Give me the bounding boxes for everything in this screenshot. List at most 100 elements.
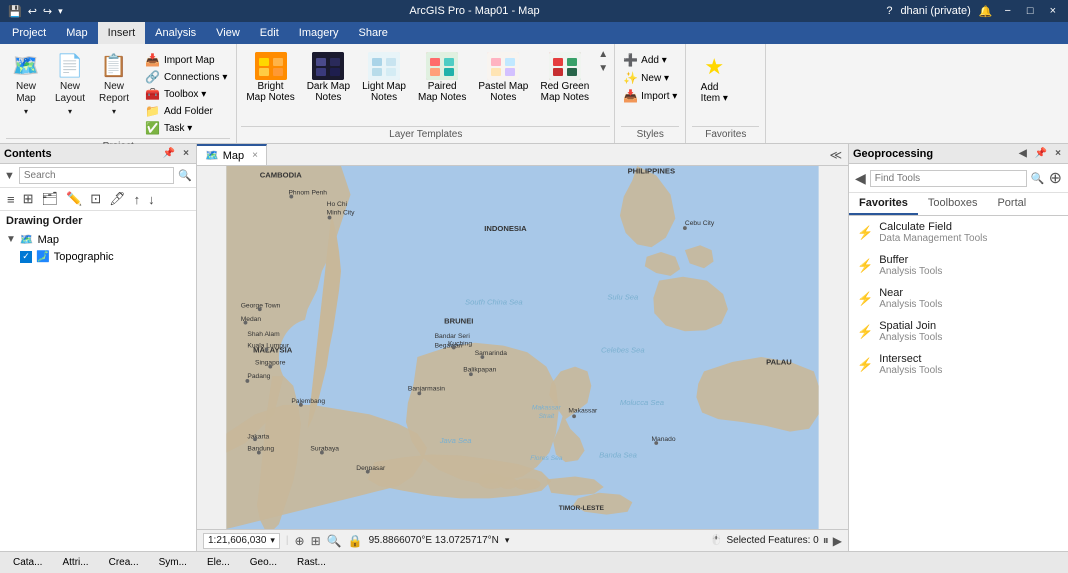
help-button[interactable]: ?	[886, 5, 892, 17]
svg-text:Banjarmasin: Banjarmasin	[408, 385, 445, 392]
geo-tab-favorites[interactable]: Favorites	[849, 193, 918, 215]
map-view[interactable]: Celebes Sea South China Sea Sulu Sea Jav…	[197, 166, 848, 529]
add-folder-button[interactable]: 📁Add Folder	[142, 103, 230, 119]
geo-tab-toolboxes[interactable]: Toolboxes	[918, 193, 988, 215]
connections-button[interactable]: 🔗Connections ▾	[142, 69, 230, 85]
topographic-label: Topographic	[54, 251, 114, 263]
geo-search-input[interactable]	[870, 170, 1027, 187]
import-style-button[interactable]: 📥Import ▾	[621, 88, 679, 104]
topographic-icon: 🗾	[36, 250, 50, 263]
map-tab-bar: 🗺️ Map × ≪	[197, 144, 848, 166]
paint-icon[interactable]: 🖊	[106, 190, 129, 208]
bottom-tab-catalog[interactable]: Cata...	[4, 554, 51, 571]
menu-tab-insert[interactable]: Insert	[98, 22, 146, 44]
geo-back-icon[interactable]: ◀	[1016, 147, 1030, 160]
play-icon[interactable]: ▶	[833, 534, 842, 548]
tree-item-map[interactable]: ▼ 🗺️ Map	[0, 231, 196, 248]
minimize-button[interactable]: −	[1000, 5, 1014, 17]
light-map-notes-button[interactable]: Light MapNotes	[357, 50, 411, 105]
zoom-icon[interactable]: 🔍	[327, 534, 342, 548]
menu-tab-view[interactable]: View	[206, 22, 250, 44]
new-map-button[interactable]: 🗺️ NewMap ▾	[6, 50, 46, 120]
menu-tab-project[interactable]: Project	[2, 22, 56, 44]
search-icon[interactable]: 🔍	[178, 169, 192, 182]
svg-text:Balikpapan: Balikpapan	[463, 366, 496, 373]
pause-icon[interactable]: ⏸	[823, 533, 829, 548]
red-green-map-notes-button[interactable]: Red GreenMap Notes	[535, 50, 594, 105]
menu-tab-share[interactable]: Share	[349, 22, 398, 44]
paired-map-notes-button[interactable]: PairedMap Notes	[413, 50, 471, 105]
menu-tab-map[interactable]: Map	[56, 22, 97, 44]
grid-icon[interactable]: ⊞	[311, 534, 321, 548]
geo-search-icon[interactable]: 🔍	[1031, 172, 1045, 185]
dark-map-notes-button[interactable]: Dark MapNotes	[302, 50, 355, 105]
edit-tool-icon[interactable]: ✏️	[63, 190, 85, 208]
geo-item-intersect[interactable]: ⚡ Intersect Analysis Tools	[849, 348, 1068, 381]
geo-item-sub-near: Analysis Tools	[879, 299, 942, 310]
add-style-button[interactable]: ➕Add ▾	[621, 52, 679, 68]
move-down-icon[interactable]: ↓	[145, 191, 158, 208]
fit-page-icon[interactable]: ⊕	[295, 534, 305, 548]
geo-add-icon[interactable]: ⊕	[1049, 168, 1062, 188]
contents-close-icon[interactable]: ×	[180, 147, 192, 160]
svg-text:BRUNEI: BRUNEI	[444, 317, 473, 326]
scale-display[interactable]: 1:21,606,030 ▾	[203, 533, 280, 549]
bottom-tab-elements[interactable]: Ele...	[198, 554, 239, 571]
contents-panel-header: Contents 📌 ×	[0, 144, 196, 164]
move-up-icon[interactable]: ↑	[131, 191, 144, 208]
scroll-down-icon[interactable]: ▼	[598, 64, 608, 74]
pastel-map-notes-button[interactable]: Pastel MapNotes	[473, 50, 533, 105]
lock-icon[interactable]: 🔒	[348, 534, 363, 548]
import-map-button[interactable]: 📥Import Map	[142, 52, 230, 68]
close-button[interactable]: ×	[1046, 5, 1060, 17]
menu-tab-edit[interactable]: Edit	[250, 22, 289, 44]
geo-item-buffer[interactable]: ⚡ Buffer Analysis Tools	[849, 249, 1068, 282]
svg-text:Kuala Lumpur: Kuala Lumpur	[247, 343, 289, 350]
add-item-button[interactable]: ★ AddItem ▾	[692, 50, 736, 108]
maximize-button[interactable]: □	[1023, 5, 1038, 17]
geo-item-spatial-join[interactable]: ⚡ Spatial Join Analysis Tools	[849, 315, 1068, 348]
map-tab-close-icon[interactable]: ×	[252, 150, 258, 161]
geo-tab-portal[interactable]: Portal	[987, 193, 1036, 215]
folder-view-icon[interactable]: 🗂	[39, 190, 62, 208]
toolbox-button[interactable]: 🧰Toolbox ▾	[142, 86, 230, 102]
geoprocessing-header: Geoprocessing ◀ 📌 ×	[849, 144, 1068, 164]
task-button[interactable]: ✅Task ▾	[142, 120, 230, 136]
topographic-checkbox[interactable]: ✓	[20, 251, 32, 263]
map-view-tab[interactable]: 🗺️ Map ×	[197, 144, 267, 165]
bottom-tab-symbology[interactable]: Sym...	[150, 554, 196, 571]
menu-tab-imagery[interactable]: Imagery	[289, 22, 349, 44]
menu-bar: Project Map Insert Analysis View Edit Im…	[0, 22, 1068, 44]
selected-features-label: Selected Features: 0	[726, 535, 818, 546]
menu-tab-analysis[interactable]: Analysis	[145, 22, 206, 44]
bottom-tab-geoprocessing[interactable]: Geo...	[241, 554, 286, 571]
redo-icon[interactable]: ↪	[43, 5, 52, 18]
grid-view-icon[interactable]: ⊡	[87, 190, 104, 208]
new-style-button[interactable]: ✨New ▾	[621, 70, 679, 86]
list-view-icon[interactable]: ≡	[4, 191, 18, 208]
tab-bar-collapse-icon[interactable]: ≪	[823, 144, 848, 165]
table-view-icon[interactable]: ⊞	[20, 190, 37, 208]
bottom-tab-attributes[interactable]: Attri...	[53, 554, 97, 571]
scale-dropdown-icon[interactable]: ▾	[270, 535, 275, 546]
contents-search-input[interactable]	[19, 167, 174, 184]
bottom-tab-raster[interactable]: Rast...	[288, 554, 335, 571]
bright-map-notes-button[interactable]: BrightMap Notes	[241, 50, 299, 105]
quick-save-icon[interactable]: 💾	[8, 5, 22, 18]
user-info: dhani (private)	[900, 5, 970, 17]
geo-pin-icon[interactable]: 📌	[1032, 147, 1050, 160]
new-report-button[interactable]: 📋 NewReport ▾	[94, 50, 134, 120]
bottom-tab-create[interactable]: Crea...	[100, 554, 148, 571]
coords-dropdown-icon[interactable]: ▾	[505, 535, 510, 546]
geo-item-near[interactable]: ⚡ Near Analysis Tools	[849, 282, 1068, 315]
geo-close-icon[interactable]: ×	[1052, 147, 1064, 160]
notification-icon[interactable]: 🔔	[979, 5, 993, 18]
contents-pin-icon[interactable]: 📌	[160, 147, 178, 160]
geo-nav-back[interactable]: ◀	[855, 170, 866, 187]
new-layout-button[interactable]: 📄 NewLayout ▾	[50, 50, 90, 120]
geo-item-calculate-field[interactable]: ⚡ Calculate Field Data Management Tools	[849, 216, 1068, 249]
ribbon: 🗺️ NewMap ▾ 📄 NewLayout ▾ 📋 NewReport ▾	[0, 44, 1068, 144]
scroll-up-icon[interactable]: ▲	[598, 50, 608, 60]
undo-icon[interactable]: ↩	[28, 5, 37, 18]
tree-item-topographic[interactable]: ✓ 🗾 Topographic	[0, 248, 196, 265]
